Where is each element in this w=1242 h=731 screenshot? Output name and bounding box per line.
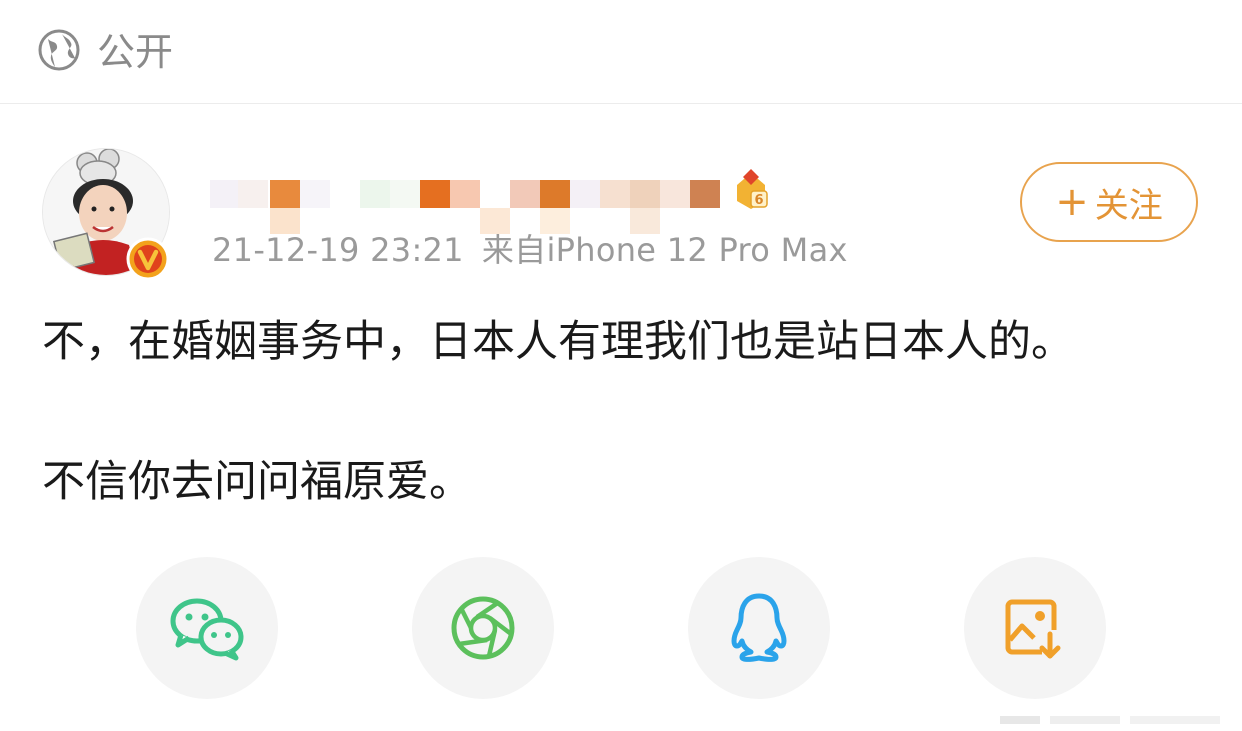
post-meta: 21-12-19 23:21 来自iPhone 12 Pro Max [212,228,848,272]
visibility-bar[interactable]: 公开 [0,0,1242,104]
post-text-line: 不信你去问问福原爱。 [42,457,472,507]
globe-icon [38,29,80,71]
save-image-icon [1004,596,1066,660]
level-6-icon: 6 [731,167,771,211]
visibility-label: 公开 [97,30,174,74]
wechat-icon [169,595,245,661]
qq-icon [729,592,789,664]
plus-icon: + [1055,179,1089,225]
svg-text:6: 6 [754,193,763,208]
moments-icon [449,594,517,662]
watermark [1000,712,1230,728]
post-source: 来自iPhone 12 Pro Max [481,231,848,269]
follow-label: 关注 [1094,185,1163,226]
post-page: 公开 6 21-12-19 23:21 来自iPhone 12 Pro Max … [0,0,1242,731]
post-text-line: 不，在婚姻事务中，日本人有理我们也是站日本人的。 [42,317,1074,367]
post-timestamp: 21-12-19 23:21 [212,231,464,269]
share-wechat-button[interactable] [136,557,278,699]
share-qq-button[interactable] [688,557,830,699]
share-moments-button[interactable] [412,557,554,699]
save-image-button[interactable] [964,557,1106,699]
verified-v-icon [126,237,170,281]
follow-button[interactable]: + 关注 [1020,162,1198,242]
